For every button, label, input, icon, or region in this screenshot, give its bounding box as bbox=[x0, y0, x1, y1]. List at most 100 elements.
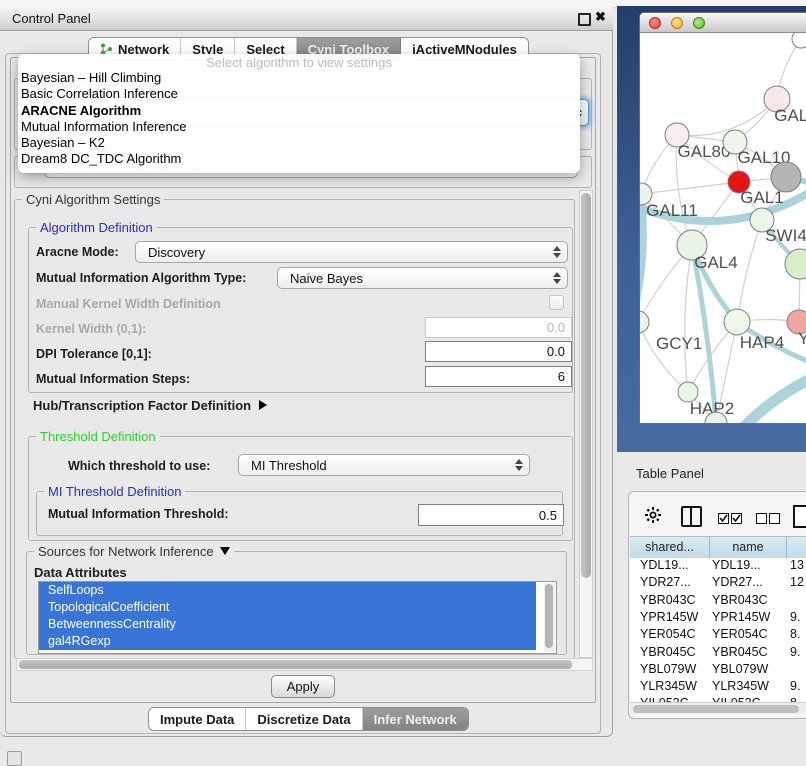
table-cell[interactable]: YPR145W bbox=[640, 609, 698, 625]
node-label: GAL4 bbox=[694, 253, 737, 272]
expand-right-icon bbox=[259, 400, 267, 410]
aracne-mode-combobox[interactable]: Discovery bbox=[135, 241, 568, 263]
dpi-tolerance-label: DPI Tolerance [0,1]: bbox=[36, 347, 152, 361]
application: Control Panel ✖ Inference Algorithm galF… bbox=[0, 0, 806, 762]
cyni-bottom-tabs: Impute DataDiscretize DataInfer Network bbox=[148, 707, 469, 731]
attribute-list-item[interactable]: TopologicalCoefficient bbox=[39, 599, 536, 616]
popup-item[interactable]: Bayesian – K2 bbox=[18, 135, 580, 151]
unchecked-columns-icon[interactable] bbox=[756, 511, 782, 529]
mi-steps-field[interactable]: 6 bbox=[425, 366, 572, 387]
sheet-icon[interactable] bbox=[793, 505, 806, 528]
aracne-mode-label: Aracne Mode: bbox=[36, 245, 119, 259]
table-horizontal-scrollbar[interactable] bbox=[630, 702, 806, 714]
attribute-list-item[interactable]: SelfLoops bbox=[39, 582, 536, 599]
node-label: Y bbox=[798, 329, 806, 348]
checked-columns-icon[interactable] bbox=[718, 511, 744, 529]
table-cell[interactable]: 12 bbox=[790, 574, 804, 590]
attribute-list-item[interactable]: gal4RGexp bbox=[39, 633, 536, 650]
mi-type-label: Mutual Information Algorithm Type: bbox=[36, 271, 246, 285]
manual-kernel-label: Manual Kernel Width Definition bbox=[36, 297, 221, 311]
node-label: HAP4 bbox=[740, 333, 784, 352]
apply-button[interactable]: Apply bbox=[271, 675, 335, 698]
kernel-width-field[interactable]: 0.0 bbox=[425, 317, 572, 338]
table-cell[interactable]: 9. bbox=[790, 678, 800, 694]
popup-placeholder: Select algorithm to view settings bbox=[18, 56, 580, 70]
table-cell[interactable]: YBL079W bbox=[640, 661, 696, 677]
table-cell[interactable]: YBR045C bbox=[712, 644, 768, 660]
collapsed-panel-icon[interactable] bbox=[7, 751, 22, 766]
algorithm-dropdown-popup: Select algorithm to view settings Bayesi… bbox=[18, 54, 580, 173]
expand-down-icon bbox=[220, 547, 230, 555]
data-attributes-label: Data Attributes bbox=[34, 565, 127, 580]
table-cell[interactable]: YDR27... bbox=[712, 574, 763, 590]
network-node-HAP4[interactable] bbox=[724, 309, 750, 335]
control-panel-titlebar[interactable]: Control Panel bbox=[0, 7, 613, 31]
network-node-GCY1[interactable] bbox=[640, 311, 649, 333]
network-window-titlebar[interactable] bbox=[640, 13, 806, 33]
popup-item[interactable]: Dream8 DC_TDC Algorithm bbox=[18, 151, 580, 167]
attribute-list-item[interactable]: BetweennessCentrality bbox=[39, 616, 536, 633]
table-cell[interactable]: 8. bbox=[790, 626, 800, 642]
float-icon[interactable] bbox=[578, 13, 591, 26]
network-edge[interactable] bbox=[740, 378, 806, 424]
table-cell[interactable]: YDL19... bbox=[712, 557, 761, 573]
mi-threshold-label: Mutual Information Threshold: bbox=[48, 507, 229, 521]
network-node-node-top[interactable] bbox=[792, 33, 806, 48]
node-table[interactable]: shared...nameA YDL19... YDL19... 13 YDR27..… bbox=[630, 536, 806, 703]
mi-threshold-field[interactable]: 0.5 bbox=[418, 504, 564, 526]
close-traffic-light-icon[interactable] bbox=[649, 17, 661, 29]
mi-steps-label: Mutual Information Steps: bbox=[36, 372, 190, 386]
tab-impute-data[interactable]: Impute Data bbox=[149, 708, 246, 730]
table-cell[interactable]: YLR345W bbox=[640, 678, 697, 694]
dpi-tolerance-field[interactable]: 0.0 bbox=[425, 341, 572, 362]
popup-item[interactable]: Mutual Information Inference bbox=[18, 119, 580, 135]
table-cell[interactable]: YPR145W bbox=[712, 609, 770, 625]
node-label: GAL7 bbox=[774, 106, 806, 125]
data-attributes-list[interactable]: SelfLoopsTopologicalCoefficientBetweenne… bbox=[38, 581, 557, 654]
split-columns-icon[interactable] bbox=[681, 506, 702, 527]
table-cell[interactable]: YER054C bbox=[640, 626, 696, 642]
table-cell[interactable]: 9. bbox=[790, 644, 800, 660]
table-cell[interactable]: YBR043C bbox=[712, 592, 768, 608]
node-label: GAL11 bbox=[646, 201, 698, 220]
which-threshold-combobox[interactable]: MI Threshold bbox=[238, 454, 530, 476]
column-header-1[interactable]: shared... bbox=[630, 537, 710, 558]
settings-vertical-scrollbar[interactable] bbox=[579, 190, 593, 658]
tab-discretize-data[interactable]: Discretize Data bbox=[246, 708, 362, 730]
mi-type-combobox[interactable]: Naive Bayes bbox=[277, 267, 568, 289]
node-label: GAL1 bbox=[740, 188, 783, 207]
network-canvas[interactable]: GAL7GAL80GAL10GAL1GAL11SWI4GAL4GCY1HAP4Y… bbox=[640, 33, 806, 424]
network-edge[interactable] bbox=[640, 322, 688, 392]
table-cell[interactable]: YBL079W bbox=[712, 661, 768, 677]
gear-icon[interactable] bbox=[644, 506, 662, 529]
combo-arrows-icon bbox=[515, 459, 523, 471]
popup-item[interactable]: Bayesian – Hill Climbing bbox=[18, 70, 580, 86]
popup-item[interactable]: ARACNE Algorithm bbox=[18, 103, 580, 119]
settings-horizontal-scrollbar[interactable] bbox=[16, 658, 593, 671]
list-scrollbar[interactable] bbox=[544, 583, 555, 652]
table-cell[interactable]: YBR045C bbox=[640, 644, 696, 660]
hub-definition-toggle[interactable]: Hub/Transcription Factor Definition bbox=[33, 398, 267, 413]
kernel-width-label: Kernel Width (0,1): bbox=[36, 322, 146, 336]
table-cell[interactable]: YLR345W bbox=[712, 678, 769, 694]
tab-infer-network[interactable]: Infer Network bbox=[363, 708, 468, 730]
column-header-2[interactable]: name bbox=[710, 537, 787, 558]
network-edge[interactable] bbox=[737, 220, 762, 322]
table-cell[interactable]: 13 bbox=[790, 557, 804, 573]
close-icon[interactable]: ✖ bbox=[595, 9, 606, 25]
table-cell[interactable]: YER054C bbox=[712, 626, 768, 642]
network-window: GAL7GAL80GAL10GAL1GAL11SWI4GAL4GCY1HAP4Y… bbox=[639, 12, 806, 424]
popup-item[interactable]: Basic Correlation Inference bbox=[18, 86, 580, 102]
network-edge[interactable] bbox=[641, 182, 739, 194]
network-edge[interactable] bbox=[685, 245, 692, 392]
zoom-traffic-light-icon[interactable] bbox=[693, 17, 705, 29]
control-panel-title: Control Panel bbox=[12, 7, 91, 30]
minimize-traffic-light-icon[interactable] bbox=[671, 17, 683, 29]
table-cell[interactable]: YDL19... bbox=[640, 557, 689, 573]
table-cell[interactable]: YDR27... bbox=[640, 574, 691, 590]
combo-arrows-icon bbox=[553, 272, 561, 284]
column-header-3[interactable]: A bbox=[787, 537, 806, 558]
table-cell[interactable]: 9. bbox=[790, 609, 800, 625]
manual-kernel-checkbox[interactable] bbox=[549, 295, 564, 310]
table-cell[interactable]: YBR043C bbox=[640, 592, 696, 608]
